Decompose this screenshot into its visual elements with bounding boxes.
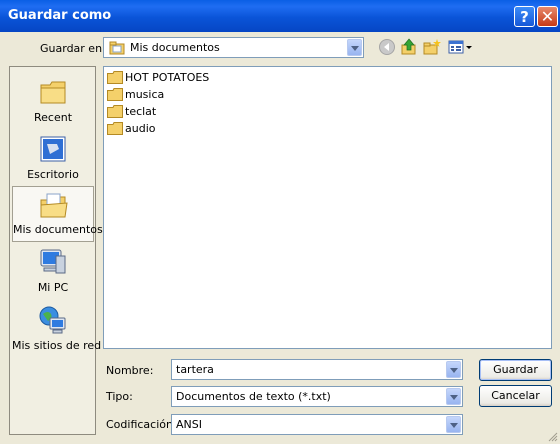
place-label: Mis sitios de red: [12, 339, 102, 352]
title-bar[interactable]: Guardar como ? ✕: [0, 0, 560, 32]
filename-field[interactable]: tartera: [171, 359, 463, 380]
help-button[interactable]: ?: [514, 6, 535, 27]
place-label: Mi PC: [37, 281, 69, 294]
filename-label: Nombre:: [106, 364, 154, 377]
encoding-value: ANSI: [176, 418, 202, 431]
views-menu-icon[interactable]: [448, 38, 474, 56]
window-title: Guardar como: [8, 8, 112, 23]
type-label: Tipo:: [106, 390, 133, 403]
my-documents-icon: [40, 193, 68, 218]
file-type-value: Documentos de texto (*.txt): [176, 390, 331, 403]
folder-icon: [107, 122, 123, 135]
file-name: teclat: [125, 105, 157, 118]
place-my-documents[interactable]: Mis documentos: [12, 186, 103, 242]
file-name: musica: [125, 88, 165, 101]
save-in-combo[interactable]: Mis documentos: [103, 37, 364, 58]
place-my-computer[interactable]: Mi PC: [12, 243, 94, 299]
folder-icon: [109, 41, 125, 55]
desktop-icon: [40, 136, 66, 162]
place-desktop[interactable]: Escritorio: [12, 130, 94, 186]
chevron-down-icon[interactable]: [446, 361, 461, 378]
place-label: Escritorio: [27, 168, 79, 181]
up-folder-icon[interactable]: [400, 38, 418, 56]
file-name: audio: [125, 122, 156, 135]
chevron-down-icon[interactable]: [446, 416, 461, 433]
file-name: HOT POTATOES: [125, 71, 210, 84]
close-button[interactable]: ✕: [537, 6, 558, 27]
cancel-button[interactable]: Cancelar: [479, 385, 552, 407]
folder-icon: [107, 88, 123, 101]
save-in-label: Guardar en:: [40, 42, 106, 55]
place-label: Mis documentos: [13, 223, 103, 236]
network-places-icon: [39, 306, 66, 334]
encoding-select[interactable]: ANSI: [171, 414, 463, 435]
place-recent[interactable]: Recent: [12, 73, 94, 129]
file-list[interactable]: HOT POTATOES musica teclat audio: [103, 66, 552, 349]
places-bar: Recent Escritorio Mis documentos Mi PC M…: [9, 66, 103, 435]
folder-icon: [107, 105, 123, 118]
filename-value: tartera: [176, 363, 214, 376]
encoding-label: Codificación:: [106, 418, 177, 431]
my-computer-icon: [40, 249, 66, 274]
back-icon[interactable]: [378, 38, 396, 56]
save-button[interactable]: Guardar: [479, 359, 552, 381]
new-folder-icon[interactable]: [423, 38, 441, 56]
place-label: Recent: [33, 111, 73, 124]
chevron-down-icon[interactable]: [446, 388, 461, 405]
folder-icon: [107, 71, 123, 84]
resize-grip-icon[interactable]: [548, 432, 558, 442]
save-as-dialog: Guardar como ? ✕ Guardar en: Mis documen…: [0, 0, 560, 444]
place-network[interactable]: Mis sitios de red: [12, 301, 102, 357]
recent-icon: [40, 81, 66, 104]
file-type-select[interactable]: Documentos de texto (*.txt): [171, 386, 463, 407]
save-in-value: Mis documentos: [130, 41, 220, 54]
chevron-down-icon[interactable]: [347, 39, 362, 56]
